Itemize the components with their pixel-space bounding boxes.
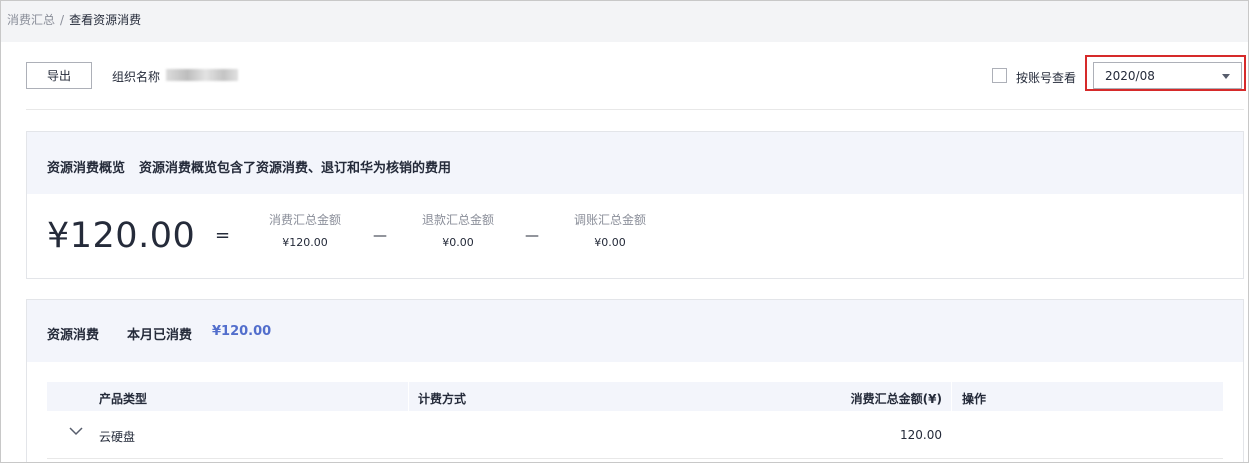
metric-adjustment: 调账汇总金额 ¥0.00 bbox=[555, 211, 665, 249]
overview-title: 资源消费概览 bbox=[47, 161, 126, 176]
page-frame: 消费汇总 / 查看资源消费 导出 组织名称 按账号查看 2020/08 资源消费概览… bbox=[0, 0, 1249, 463]
metric-value: ¥120.00 bbox=[282, 236, 328, 249]
metric-label: 退款汇总金额 bbox=[421, 213, 494, 227]
equals-sign: = bbox=[215, 225, 231, 246]
product-name: 云硬盘 bbox=[99, 430, 136, 444]
org-name-label: 组织名称 bbox=[112, 70, 161, 84]
chevron-down-icon[interactable] bbox=[69, 425, 83, 437]
export-button[interactable]: 导出 bbox=[26, 62, 92, 89]
column-divider bbox=[408, 382, 409, 411]
by-account-label[interactable]: 按账号查看 bbox=[1016, 69, 1076, 86]
column-header-billing: 计费方式 bbox=[418, 392, 467, 406]
breadcrumb-parent-link[interactable]: 消费汇总 bbox=[7, 13, 55, 27]
breadcrumb-separator: / bbox=[60, 13, 65, 27]
metric-value: ¥0.00 bbox=[594, 236, 626, 249]
column-header-product: 产品类型 bbox=[99, 392, 148, 406]
overview-title-row: 资源消费概览 资源消费概览包含了资源消费、退订和华为核销的费用 bbox=[47, 157, 451, 176]
metric-label: 消费汇总金额 bbox=[268, 213, 341, 227]
org-name-redacted bbox=[166, 69, 238, 81]
metric-value: ¥0.00 bbox=[442, 236, 474, 249]
amount-value: 120.00 bbox=[900, 428, 942, 442]
metric-refund: 退款汇总金额 ¥0.00 bbox=[403, 211, 513, 249]
table-row: 云硬盘 120.00 bbox=[47, 411, 1223, 459]
minus-sign: — bbox=[373, 228, 387, 244]
month-select[interactable]: 2020/08 bbox=[1093, 62, 1242, 89]
breadcrumb-bar: 消费汇总 / 查看资源消费 bbox=[1, 1, 1248, 42]
month-select-value: 2020/08 bbox=[1105, 69, 1155, 83]
metric-label: 调账汇总金额 bbox=[573, 213, 646, 227]
month-consumed-label: 本月已消费 bbox=[127, 328, 193, 343]
breadcrumb-current: 查看资源消费 bbox=[69, 13, 142, 27]
metric-consumption: 消费汇总金额 ¥120.00 bbox=[250, 211, 360, 249]
consumption-card: 资源消费 本月已消费 ¥120.00 产品类型 计费方式 消费汇总金额(¥) 操… bbox=[26, 299, 1244, 462]
consumption-title: 资源消费 bbox=[47, 328, 100, 343]
consumption-table: 产品类型 计费方式 消费汇总金额(¥) 操作 云硬盘 120.00 bbox=[47, 382, 1223, 459]
column-header-action: 操作 bbox=[962, 392, 987, 406]
overview-card: 资源消费概览 资源消费概览包含了资源消费、退订和华为核销的费用 ¥120.00 =… bbox=[26, 131, 1244, 279]
breadcrumb: 消费汇总 / 查看资源消费 bbox=[7, 11, 141, 28]
caret-down-icon bbox=[1222, 74, 1230, 79]
total-amount: ¥120.00 bbox=[47, 216, 196, 256]
toolbar-divider bbox=[26, 109, 1244, 110]
minus-sign: — bbox=[525, 228, 539, 244]
overview-subtitle: 资源消费概览包含了资源消费、退订和华为核销的费用 bbox=[139, 161, 452, 176]
month-consumed-amount: ¥120.00 bbox=[212, 324, 272, 339]
column-divider bbox=[951, 382, 952, 411]
by-account-checkbox[interactable] bbox=[992, 68, 1007, 83]
consumption-header: 资源消费 本月已消费 ¥120.00 bbox=[27, 300, 1243, 362]
table-header: 产品类型 计费方式 消费汇总金额(¥) 操作 bbox=[47, 382, 1223, 411]
column-header-amount: 消费汇总金额(¥) bbox=[850, 392, 942, 406]
overview-header: 资源消费概览 资源消费概览包含了资源消费、退订和华为核销的费用 bbox=[27, 132, 1243, 194]
